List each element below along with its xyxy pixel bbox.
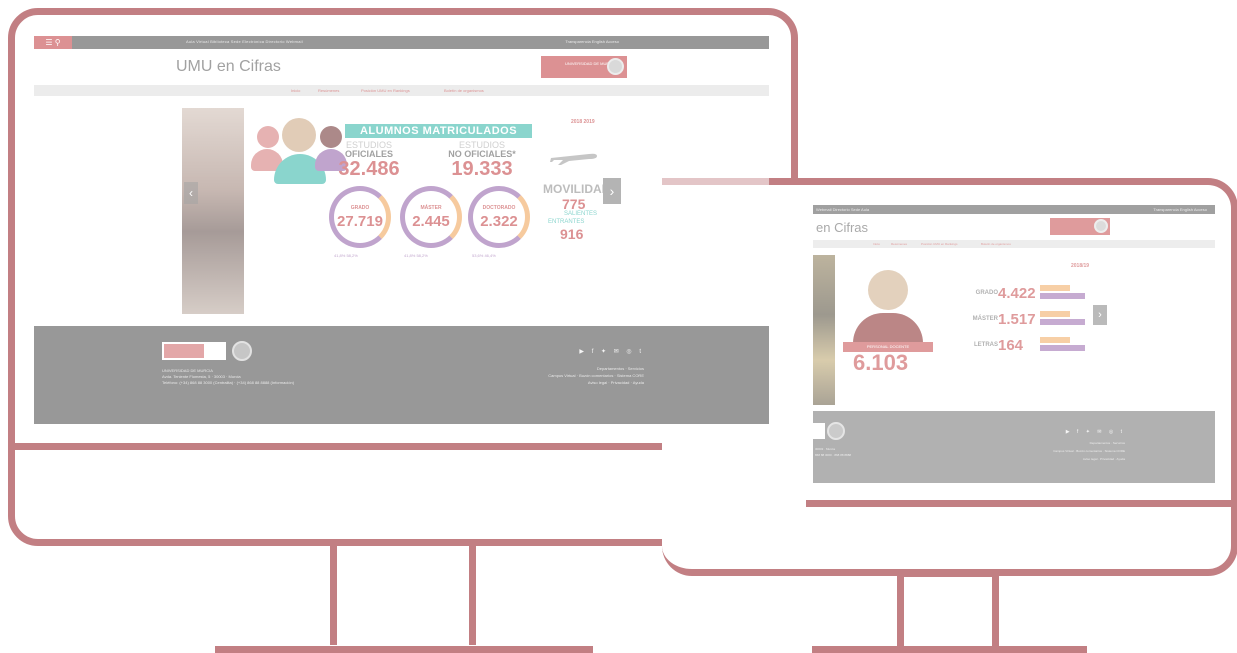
website-screenshot-main: ☰ ⚲ Aula Virtual Biblioteca Sede Electró… — [34, 36, 769, 424]
footer-seal-icon — [232, 341, 252, 361]
stat-row: GRADO 4.422 — [948, 285, 1098, 302]
staff-photo — [813, 255, 835, 405]
monitor-stand-neck — [330, 539, 476, 645]
footer-phone: Teléfono: (+34) 868 88 3000 (Centralita)… — [162, 380, 295, 385]
person-body-icon — [853, 313, 923, 343]
menu-item-rankings[interactable]: Posición UMU en Rankings — [921, 242, 958, 246]
search-icon[interactable]: ⚲ — [55, 38, 61, 47]
stat-value: 4.422 — [998, 285, 1036, 302]
university-seal-icon — [1094, 219, 1108, 233]
top-right-links[interactable]: Transparencia English Acceso — [1153, 207, 1207, 212]
top-links[interactable]: Webmail Directorio Sede Aula — [816, 207, 869, 212]
carousel-next-button[interactable]: › — [603, 178, 621, 204]
person-head-icon — [868, 270, 908, 310]
nonofficial-students-value: 19.333 — [451, 158, 513, 180]
footer-seal-icon — [827, 422, 845, 440]
student-photo — [182, 108, 244, 314]
footer-links-2[interactable]: Campus Virtual · Buzón comentarios · Sis… — [548, 373, 644, 378]
menu-icon[interactable]: ☰ — [45, 38, 52, 47]
site-footer: UNIVERSIDAD DE MURCIA Avda. Teniente Flo… — [34, 326, 769, 424]
stat-key: MÁSTER — [972, 316, 998, 322]
master-label: MÁSTER — [420, 205, 442, 211]
mobility-label: MOVILIDAD — [543, 182, 611, 196]
menu-item-rankings[interactable]: Posición UMU en Rankings — [361, 88, 410, 93]
website-screenshot-secondary: Webmail Directorio Sede Aula Transparenc… — [813, 205, 1215, 483]
outgoing-label: SALIENTES — [564, 211, 598, 217]
doctorado-label: DOCTORADO — [482, 205, 516, 211]
airplane-icon — [550, 153, 597, 165]
top-navigation-bar: ☰ ⚲ Aula Virtual Biblioteca Sede Electró… — [34, 36, 769, 49]
grado-circle: GRADO 27.719 — [329, 186, 391, 248]
site-title: UMU en Cifras — [176, 58, 281, 75]
stat-key: LETRAS — [974, 342, 998, 348]
stat-row: MÁSTER 1.517 — [948, 311, 1098, 328]
site-title: en Cifras — [816, 220, 869, 235]
footer-logo[interactable] — [162, 342, 226, 360]
main-menu: Inicio Resúmenes Posición UMU en Ranking… — [813, 240, 1215, 248]
monitor-stand-base — [215, 646, 593, 653]
site-footer: 30003 · Murcia 868 88 3000 · 868 88 8888… — [813, 411, 1215, 483]
master-gender-split: 41,8% 58,2% — [404, 253, 428, 258]
top-right-links[interactable]: Transparencia English Acceso — [565, 39, 619, 44]
stat-key: GRADO — [975, 290, 998, 296]
footer-links-3[interactable]: Aviso legal · Privacidad · Ayuda — [1083, 457, 1125, 461]
university-logo[interactable] — [1050, 218, 1110, 235]
master-value: 2.445 — [412, 213, 450, 230]
menu-item-resumenes[interactable]: Resúmenes — [891, 242, 907, 246]
menu-search-block[interactable]: ☰ ⚲ — [34, 36, 72, 49]
menu-item-boletin[interactable]: Boletín de organismos — [981, 242, 1011, 246]
menu-item-boletin[interactable]: Boletín de organismos — [444, 88, 484, 93]
top-navigation-bar: Webmail Directorio Sede Aula Transparenc… — [813, 205, 1215, 214]
stat-row: LETRAS 164 — [948, 337, 1098, 354]
social-icons[interactable]: ▶ f ✦ ✉ ◎ t — [579, 348, 644, 355]
grado-gender-split: 41,8% 58,2% — [334, 253, 358, 258]
enrolled-banner: ALUMNOS MATRICULADOS — [345, 124, 532, 138]
academic-year-label: 2018 2019 — [571, 119, 595, 125]
second-monitor-stand-base — [812, 646, 1087, 653]
menu-item-inicio[interactable]: Inicio — [291, 88, 300, 93]
footer-address: Avda. Teniente Flomesta, 5 · 30003 · Mur… — [162, 374, 241, 379]
grado-value: 27.719 — [337, 213, 383, 230]
grado-label: GRADO — [350, 205, 370, 211]
top-links[interactable]: Aula Virtual Biblioteca Sede Electrónica… — [186, 39, 303, 44]
footer-links-2[interactable]: Campus Virtual · Buzón comentarios · Sis… — [1053, 449, 1125, 453]
social-icons[interactable]: ▶ f ✦ ✉ ◎ t — [1066, 429, 1125, 435]
official-students-value: 32.486 — [338, 158, 400, 180]
outgoing-value: 775 — [562, 196, 586, 212]
menu-item-resumenes[interactable]: Resúmenes — [318, 88, 339, 93]
menu-item-inicio[interactable]: Inicio — [873, 242, 880, 246]
university-seal-icon — [607, 58, 624, 75]
stat-value: 164 — [998, 337, 1024, 354]
footer-links-3[interactable]: Aviso legal · Privacidad · Ayuda — [588, 380, 644, 385]
footer-university: UNIVERSIDAD DE MURCIA — [162, 368, 213, 373]
footer-logo[interactable] — [813, 423, 825, 439]
university-logo[interactable]: UNIVERSIDAD DE MURCIA — [541, 56, 627, 78]
footer-links-1[interactable]: Departamentos · Servicios — [597, 366, 644, 371]
carousel-next-button[interactable]: › — [1093, 305, 1107, 325]
carousel-prev-button[interactable]: ‹ — [184, 182, 198, 204]
incoming-value: 916 — [560, 226, 584, 242]
main-menu: Inicio Resúmenes Posición UMU en Ranking… — [34, 85, 769, 96]
footer-links-1[interactable]: Departamentos · Servicios — [1090, 441, 1125, 445]
incoming-label: ENTRANTES — [548, 219, 585, 225]
doctorado-gender-split: 53,6% 46,4% — [472, 253, 496, 258]
doctorado-value: 2.322 — [480, 213, 518, 230]
footer-address: 30003 · Murcia — [815, 447, 836, 451]
doctorado-circle: DOCTORADO 2.322 — [468, 186, 530, 248]
second-monitor-stand-neck — [897, 570, 999, 648]
second-monitor-chin-line — [806, 500, 1231, 507]
academic-year-label: 2018/19 — [1071, 263, 1090, 269]
master-circle: MÁSTER 2.445 — [400, 186, 462, 248]
stat-value: 1.517 — [998, 311, 1036, 328]
staff-total-value: 6.103 — [853, 350, 909, 375]
footer-phone: 868 88 3000 · 868 88 8888 — [815, 453, 852, 457]
